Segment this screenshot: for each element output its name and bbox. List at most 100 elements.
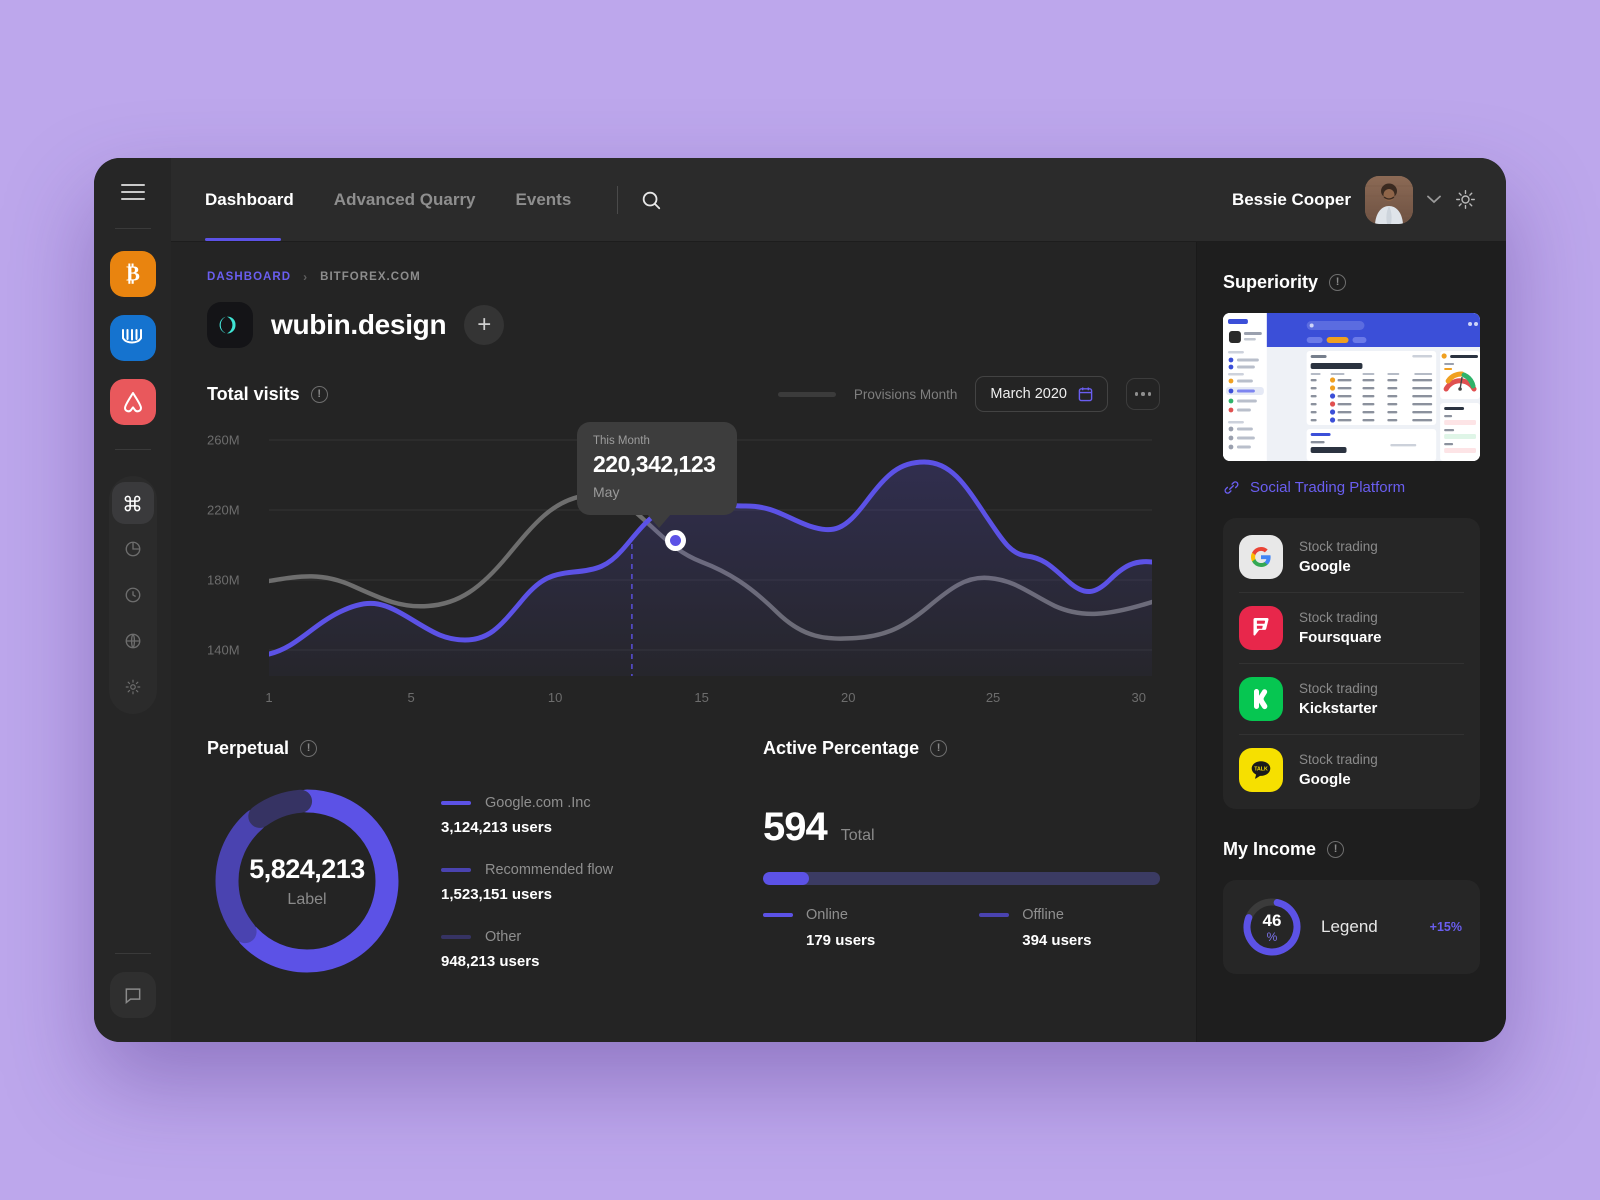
legend-name-google: Google.com .Inc xyxy=(485,794,591,811)
rail-divider xyxy=(114,228,151,229)
legend-item: Online 179 users xyxy=(763,907,875,949)
app-icon-airbnb[interactable] xyxy=(109,379,156,425)
sparkle-icon xyxy=(125,679,140,695)
legend-item: Other 948,213 users xyxy=(441,929,613,970)
breadcrumb: DASHBOARD › BITFOREX.COM xyxy=(207,270,1160,284)
stock-trading-list: Stock trading Google Stock trading Fours… xyxy=(1223,518,1480,809)
avatar-image xyxy=(1365,175,1413,224)
legend-swatch-recommended xyxy=(441,867,471,872)
perpetual-panel: Perpetual ! 5,824,213 Label Google.com .… xyxy=(207,738,707,981)
active-total-label: Total xyxy=(840,827,875,844)
app-icon-bitcoin[interactable]: ₿ xyxy=(109,251,156,297)
my-income-card: 46 % Legend +15% xyxy=(1223,880,1480,974)
search-button[interactable] xyxy=(640,189,662,211)
total-visits-header: Total visits ! Provisions Month March 20… xyxy=(207,376,1160,412)
dot-1 xyxy=(1134,392,1139,396)
avatar[interactable] xyxy=(1365,175,1413,224)
breadcrumb-root[interactable]: DASHBOARD xyxy=(207,271,291,283)
active-info-icon[interactable]: ! xyxy=(930,740,948,757)
income-percent-unit: % xyxy=(1266,929,1278,944)
more-options-button[interactable] xyxy=(1126,378,1160,410)
tooltip-month: May xyxy=(593,484,620,500)
perpetual-body: 5,824,213 Label Google.com .Inc 3,124,21… xyxy=(207,781,707,981)
user-name: Bessie Cooper xyxy=(1231,189,1351,209)
icon-rail: ₿ xyxy=(94,158,171,1042)
dot-3 xyxy=(1147,392,1152,396)
tab-events-label: Events xyxy=(515,189,572,209)
legend-item-top: Other xyxy=(441,929,613,945)
tab-advanced-quarry[interactable]: Advanced Quarry xyxy=(314,158,496,241)
nav-item-analytics[interactable] xyxy=(112,528,154,570)
legend-item-top: Online xyxy=(763,907,875,923)
perpetual-info-icon[interactable]: ! xyxy=(300,740,318,757)
superiority-info-icon[interactable]: ! xyxy=(1329,274,1347,291)
stock-name: Google xyxy=(1299,558,1351,575)
perpetual-title: Perpetual xyxy=(207,738,290,758)
date-picker-value: March 2020 xyxy=(990,386,1067,402)
range-slider[interactable] xyxy=(777,391,836,397)
active-progress-track[interactable] xyxy=(763,872,1160,885)
active-header: Active Percentage ! xyxy=(763,738,1160,759)
legend-item: Offline 394 users xyxy=(979,907,1091,949)
stock-category: Stock trading xyxy=(1299,752,1378,767)
info-icon[interactable]: ! xyxy=(310,385,328,403)
social-trading-link-label: Social Trading Platform xyxy=(1250,479,1406,496)
tooltip-caption: This Month xyxy=(593,435,650,447)
my-income-header: My Income ! xyxy=(1223,839,1480,860)
tab-dashboard[interactable]: Dashboard xyxy=(205,158,314,241)
active-legend: Online 179 users Offline 394 users xyxy=(763,907,1160,949)
chart-highlight-point[interactable] xyxy=(665,530,686,551)
x-tick-25: 25 xyxy=(985,690,1001,705)
calendar-icon xyxy=(1078,387,1093,402)
y-tick-220m: 220M xyxy=(207,502,240,518)
legend-name-online: Online xyxy=(806,907,848,923)
nav-item-globe[interactable] xyxy=(112,620,154,662)
nav-item-command[interactable] xyxy=(111,482,154,524)
active-total-row: 594 Total xyxy=(763,805,1160,850)
list-item[interactable]: Stock trading Foursquare xyxy=(1239,592,1464,663)
moon-icon xyxy=(219,316,236,334)
legend-item-top: Offline xyxy=(979,907,1091,923)
theme-toggle-button[interactable] xyxy=(1455,189,1476,210)
legend-name-offline: Offline xyxy=(1022,907,1064,923)
content-row: DASHBOARD › BITFOREX.COM wubin.design + xyxy=(171,242,1506,1042)
breadcrumb-separator: › xyxy=(303,270,309,284)
nav-tabs: Dashboard Advanced Quarry Events xyxy=(205,158,591,241)
hamburger-icon[interactable] xyxy=(120,184,145,200)
airbnb-icon xyxy=(123,392,142,413)
kickstarter-logo xyxy=(1239,677,1283,721)
list-item[interactable]: Stock trading Kickstarter xyxy=(1239,663,1464,734)
legend-value-offline: 394 users xyxy=(1022,932,1092,949)
legend-value-online: 179 users xyxy=(806,932,876,949)
date-picker[interactable]: March 2020 xyxy=(975,376,1108,412)
active-title: Active Percentage xyxy=(763,738,920,758)
social-trading-link[interactable]: Social Trading Platform xyxy=(1223,479,1480,496)
donut-center: 5,824,213 Label xyxy=(207,781,407,981)
legend-value-google: 3,124,213 users xyxy=(441,818,552,836)
nav-pill xyxy=(108,476,157,714)
list-item-text: Stock trading Foursquare xyxy=(1299,610,1382,646)
my-income-info-icon[interactable]: ! xyxy=(1327,841,1345,858)
nav-item-sparkle[interactable] xyxy=(112,666,154,708)
list-item-text: Stock trading Google xyxy=(1299,752,1378,788)
stock-name: Google xyxy=(1299,771,1351,788)
perpetual-legend: Google.com .Inc 3,124,213 users Recommen… xyxy=(441,793,613,970)
app-window: ₿ Dashboard Advanced Quarry Events Bessi… xyxy=(94,158,1506,1042)
list-item[interactable]: TALK Stock trading Google xyxy=(1239,734,1464,805)
perpetual-header: Perpetual ! xyxy=(207,738,707,759)
tab-events[interactable]: Events xyxy=(496,158,592,241)
nav-item-history[interactable] xyxy=(112,574,154,616)
y-tick-140m: 140M xyxy=(207,642,240,658)
bitcoin-icon: ₿ xyxy=(126,264,140,286)
chevron-down-icon[interactable] xyxy=(1427,193,1441,207)
app-icon-stripe[interactable] xyxy=(109,315,156,361)
superiority-preview[interactable] xyxy=(1223,313,1480,461)
list-item[interactable]: Stock trading Google xyxy=(1239,522,1464,592)
add-button[interactable]: + xyxy=(464,305,505,345)
stock-category: Stock trading xyxy=(1299,539,1378,554)
right-sidebar: Superiority ! Social Trading Platform St… xyxy=(1196,242,1506,1042)
legend-swatch-other xyxy=(441,934,471,939)
chat-button[interactable] xyxy=(109,972,156,1018)
pie-chart-icon xyxy=(125,541,140,557)
chart-tooltip: This Month 220,342,123 May xyxy=(577,422,737,528)
